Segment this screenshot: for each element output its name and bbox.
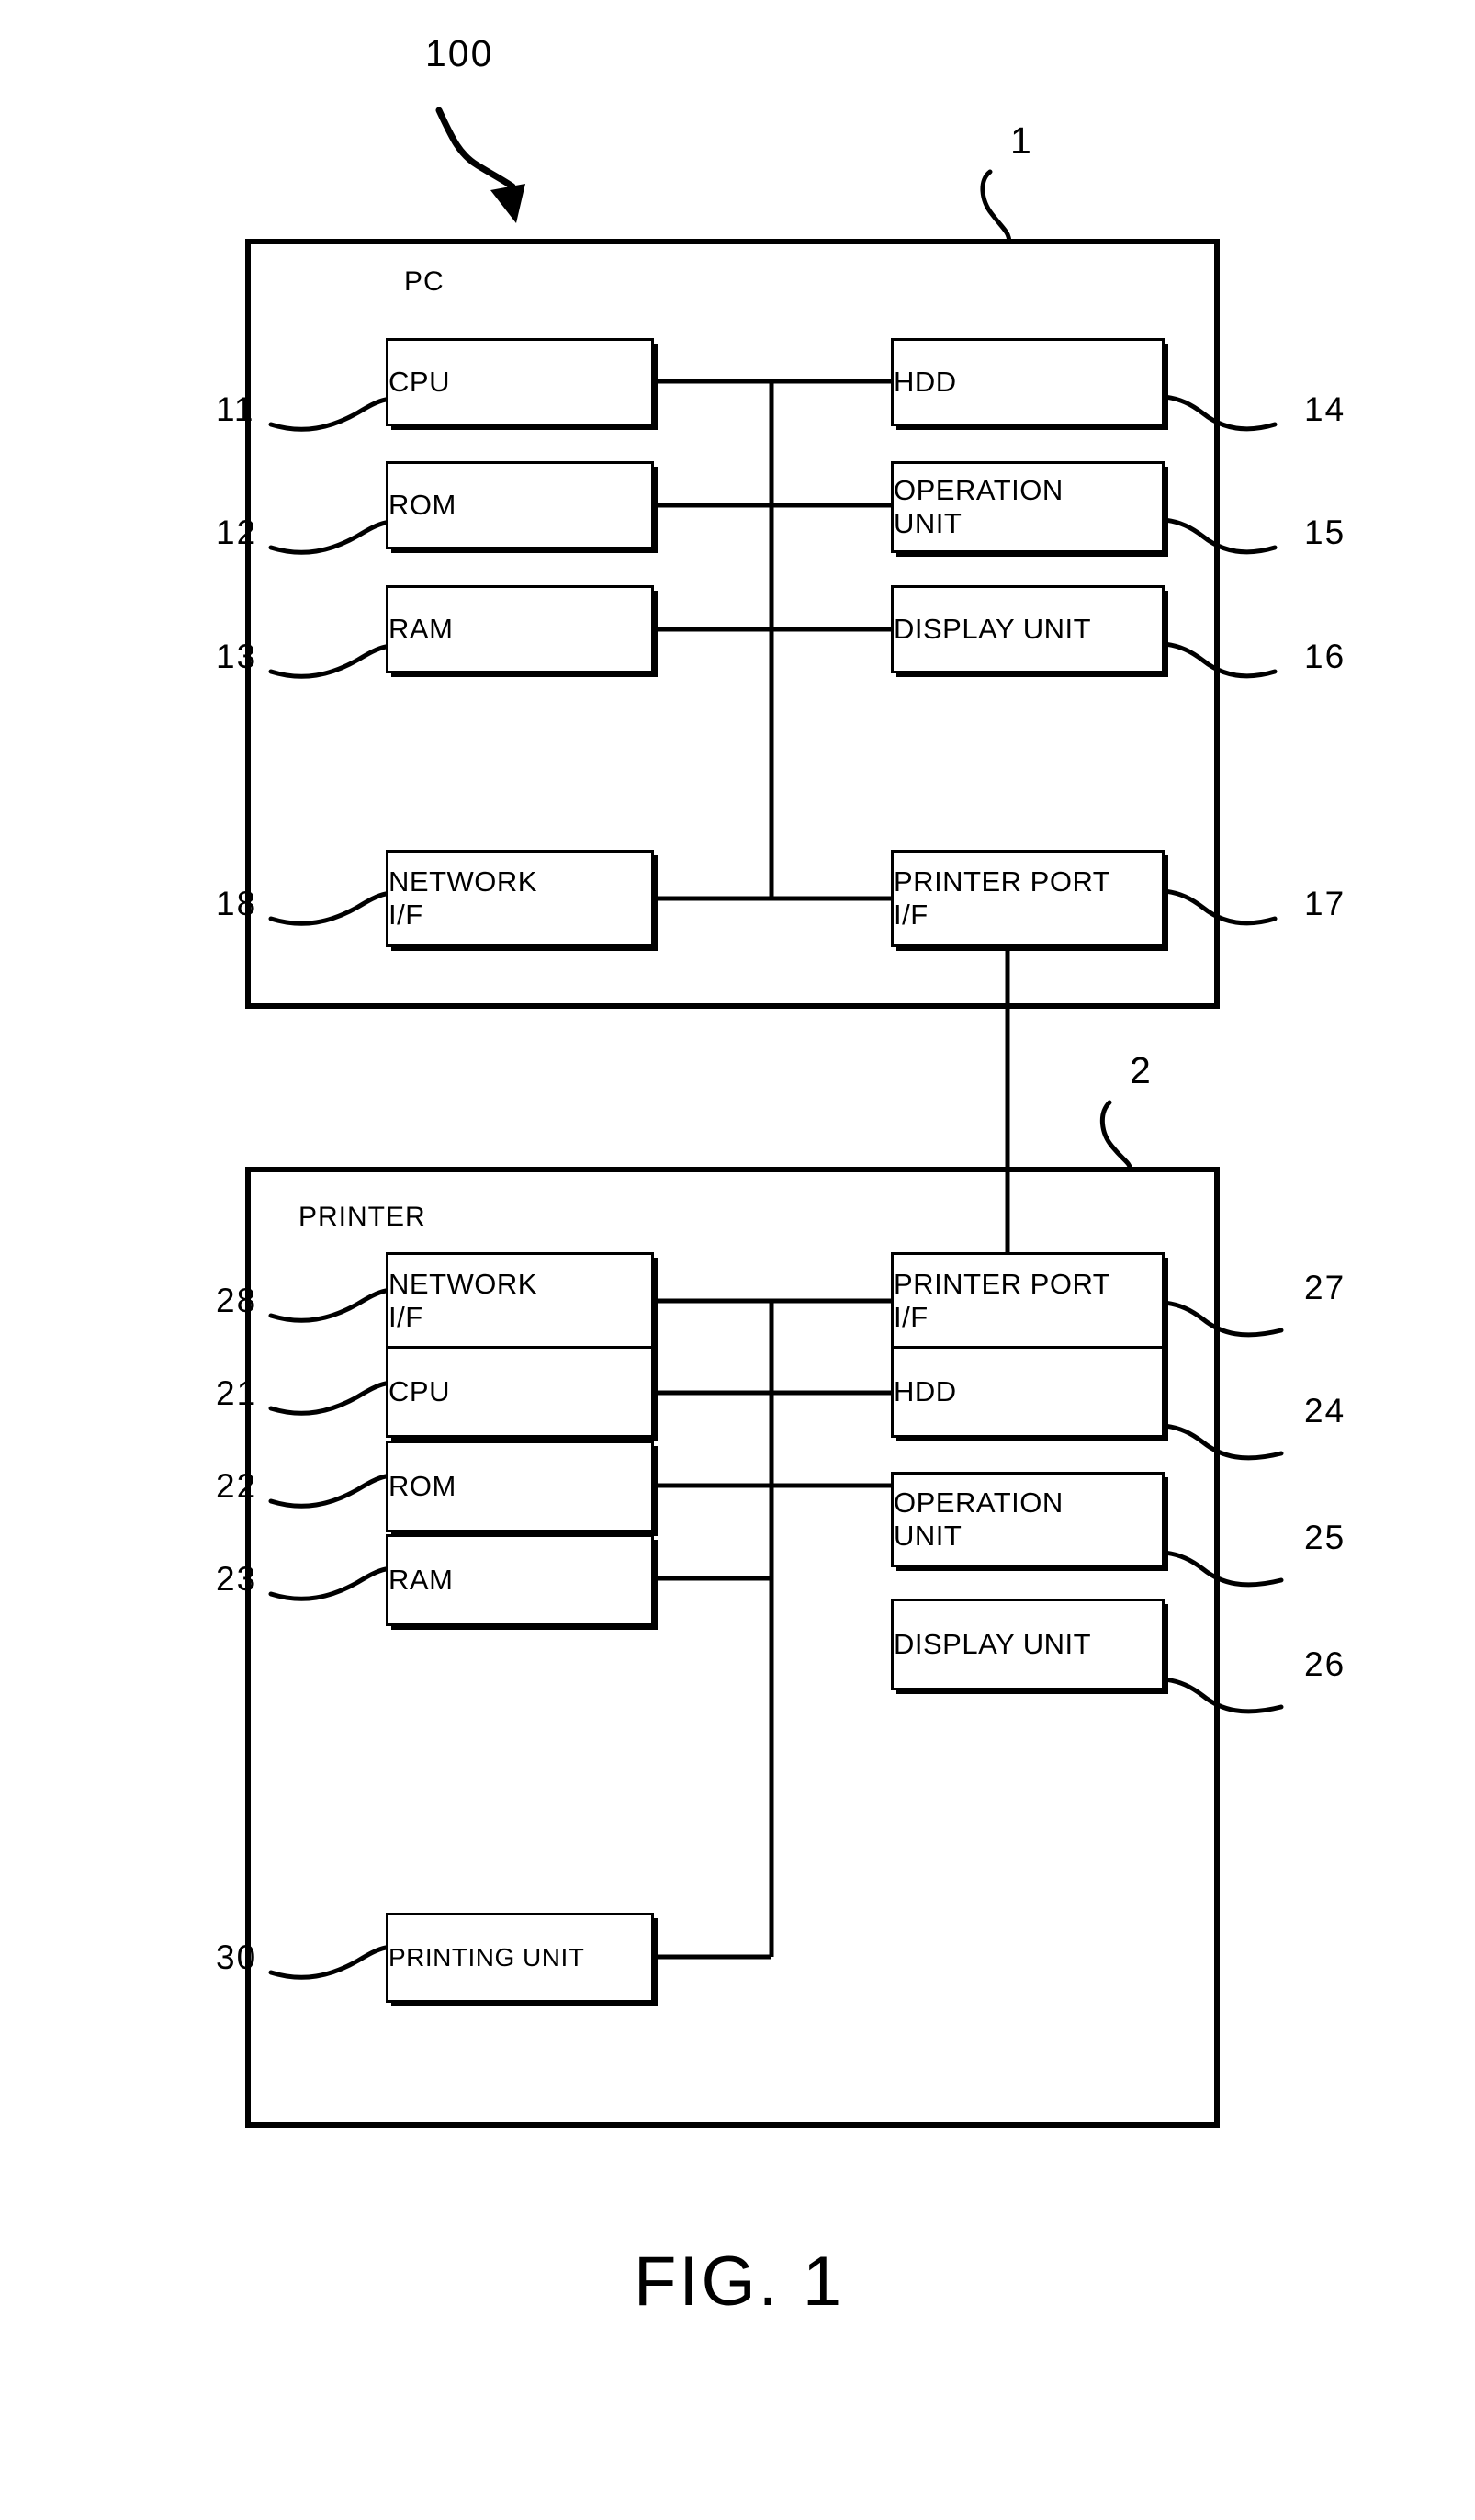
printer-block-display-unit-label: DISPLAY UNIT — [894, 1628, 1092, 1660]
printer-block-network-if-label-2: I/F — [388, 1301, 423, 1333]
leader-ref-30 — [268, 1945, 388, 1980]
ref-27: 27 — [1304, 1269, 1346, 1306]
printer-block-printing-unit[interactable]: PRINTING UNIT — [386, 1913, 654, 2003]
ref-23: 23 — [216, 1560, 258, 1598]
printer-block-operation-unit[interactable]: OPERATION UNIT — [891, 1472, 1165, 1567]
ref-30: 30 — [216, 1938, 258, 1976]
leader-ref-23 — [268, 1566, 388, 1601]
pc-block-printer-port-if[interactable]: PRINTER PORT I/F — [891, 850, 1165, 947]
leader-ref-18 — [268, 891, 388, 926]
pc-block-cpu-label: CPU — [388, 366, 450, 398]
pc-block-printer-port-if-label-1: PRINTER PORT — [894, 865, 1111, 898]
leader-ref-22 — [268, 1474, 388, 1509]
printer-ref-leader — [1100, 1100, 1133, 1172]
system-ref-arrowhead — [490, 184, 525, 223]
leader-ref-26 — [1162, 1677, 1284, 1714]
figure-linework — [245, 107, 1284, 2128]
ref-100: 100 — [425, 32, 494, 74]
printer-block-printer-port-if-label-1: PRINTER PORT — [894, 1268, 1111, 1300]
leader-ref-13 — [268, 644, 388, 679]
ref-12: 12 — [216, 514, 258, 551]
pc-block-network-if[interactable]: NETWORK I/F — [386, 850, 654, 947]
leader-ref-21 — [268, 1381, 388, 1416]
leader-ref-25 — [1162, 1550, 1284, 1588]
pc-block-rom-label: ROM — [388, 489, 456, 521]
pc-block-ram[interactable]: RAM — [386, 585, 654, 673]
pc-block-display-unit-label: DISPLAY UNIT — [894, 613, 1092, 645]
leader-ref-27 — [1162, 1300, 1284, 1338]
ref-14: 14 — [1304, 390, 1346, 428]
printer-block-cpu[interactable]: CPU — [386, 1346, 654, 1438]
figure-caption: FIG. 1 — [634, 2243, 845, 2321]
printer-block-network-if[interactable]: NETWORK I/F — [386, 1252, 654, 1350]
printer-block-ram[interactable]: RAM — [386, 1534, 654, 1626]
printer-block-printer-port-if-label-2: I/F — [894, 1301, 929, 1333]
leader-ref-24 — [1162, 1423, 1284, 1461]
ref-17: 17 — [1304, 885, 1346, 922]
ref-28: 28 — [216, 1282, 258, 1319]
leader-ref-28 — [268, 1288, 388, 1323]
ref-13: 13 — [216, 638, 258, 675]
ref-15: 15 — [1304, 514, 1346, 551]
ref-22: 22 — [216, 1467, 258, 1505]
printer-block-operation-unit-label-1: OPERATION — [894, 1486, 1064, 1519]
printer-title: PRINTER — [298, 1202, 426, 1232]
printer-block-hdd[interactable]: HDD — [891, 1346, 1165, 1438]
printer-block-printer-port-if[interactable]: PRINTER PORT I/F — [891, 1252, 1165, 1350]
pc-block-rom[interactable]: ROM — [386, 461, 654, 549]
pc-block-ram-label: RAM — [388, 613, 454, 645]
ref-11: 11 — [216, 390, 255, 428]
ref-25: 25 — [1304, 1519, 1346, 1556]
pc-block-operation-unit-label-1: OPERATION — [894, 474, 1064, 506]
ref-2: 2 — [1130, 1049, 1153, 1091]
pc-block-operation-unit[interactable]: OPERATION UNIT — [891, 461, 1165, 553]
system-ref-arrow — [435, 107, 516, 190]
ref-21: 21 — [216, 1374, 258, 1412]
ref-16: 16 — [1304, 638, 1346, 675]
printer-block-ram-label: RAM — [388, 1564, 454, 1596]
ref-18: 18 — [216, 885, 258, 922]
pc-block-operation-unit-label-2: UNIT — [894, 507, 963, 539]
printer-block-network-if-label-1: NETWORK — [388, 1268, 537, 1300]
pc-block-display-unit[interactable]: DISPLAY UNIT — [891, 585, 1165, 673]
pc-block-printer-port-if-label-2: I/F — [894, 898, 929, 931]
printer-block-cpu-label: CPU — [388, 1375, 450, 1407]
leader-ref-11 — [268, 397, 388, 432]
printer-block-display-unit[interactable]: DISPLAY UNIT — [891, 1599, 1165, 1690]
pc-block-hdd-label: HDD — [894, 366, 957, 398]
pc-ref-leader — [980, 169, 1012, 244]
ref-1: 1 — [1010, 119, 1033, 162]
pc-title: PC — [404, 266, 445, 297]
printer-block-hdd-label: HDD — [894, 1375, 957, 1407]
pc-block-cpu[interactable]: CPU — [386, 338, 654, 426]
printer-block-rom[interactable]: ROM — [386, 1441, 654, 1532]
pc-block-hdd[interactable]: HDD — [891, 338, 1165, 426]
pc-block-network-if-label-2: I/F — [388, 898, 423, 931]
printer-block-rom-label: ROM — [388, 1470, 456, 1502]
printer-block-printing-unit-label: PRINTING UNIT — [388, 1943, 585, 1972]
pc-block-network-if-label-1: NETWORK — [388, 865, 537, 898]
printer-block-operation-unit-label-2: UNIT — [894, 1520, 963, 1552]
ref-24: 24 — [1304, 1392, 1346, 1430]
ref-26: 26 — [1304, 1645, 1346, 1683]
patent-figure: 100 PC 1 CPU 11 ROM 12 RAM 13 NETWORK I/… — [0, 0, 1475, 2520]
leader-ref-12 — [268, 520, 388, 555]
